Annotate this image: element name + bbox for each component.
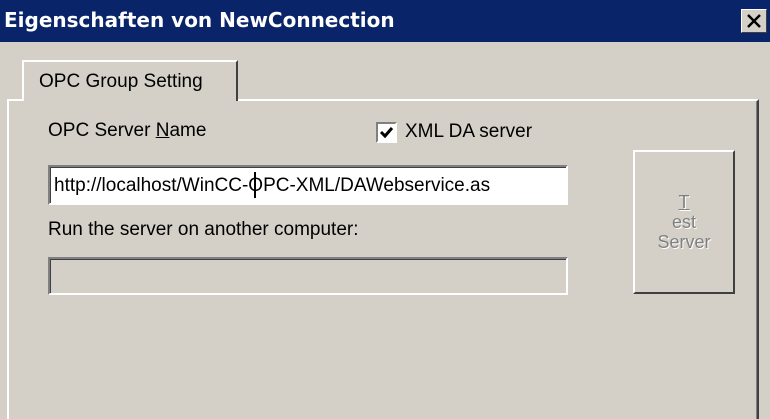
tab-label: OPC Group Setting xyxy=(39,71,203,92)
server-name-label: OPC Server Name xyxy=(48,120,207,141)
server-url-input[interactable] xyxy=(54,173,564,199)
xml-da-label[interactable]: XML DA server xyxy=(405,121,532,143)
test-server-button[interactable]: Test Server xyxy=(633,150,735,294)
close-icon xyxy=(747,14,761,28)
test-server-label-line1: Test xyxy=(671,192,696,232)
xml-da-checkbox[interactable] xyxy=(376,122,397,143)
window-title: Eigenschaften von NewConnection xyxy=(4,8,395,32)
close-button[interactable] xyxy=(741,9,767,33)
test-server-label-line2: Server xyxy=(657,232,711,252)
remote-computer-label: Run the server on another computer: xyxy=(48,219,359,240)
server-url-field[interactable] xyxy=(48,165,568,205)
window-frame xyxy=(763,42,770,407)
text-caret xyxy=(254,172,256,198)
tab-opc-group-setting[interactable]: OPC Group Setting xyxy=(22,60,238,101)
remote-computer-input[interactable] xyxy=(48,257,568,295)
title-bar[interactable]: Eigenschaften von NewConnection xyxy=(0,0,770,42)
checkmark-icon xyxy=(379,127,394,139)
